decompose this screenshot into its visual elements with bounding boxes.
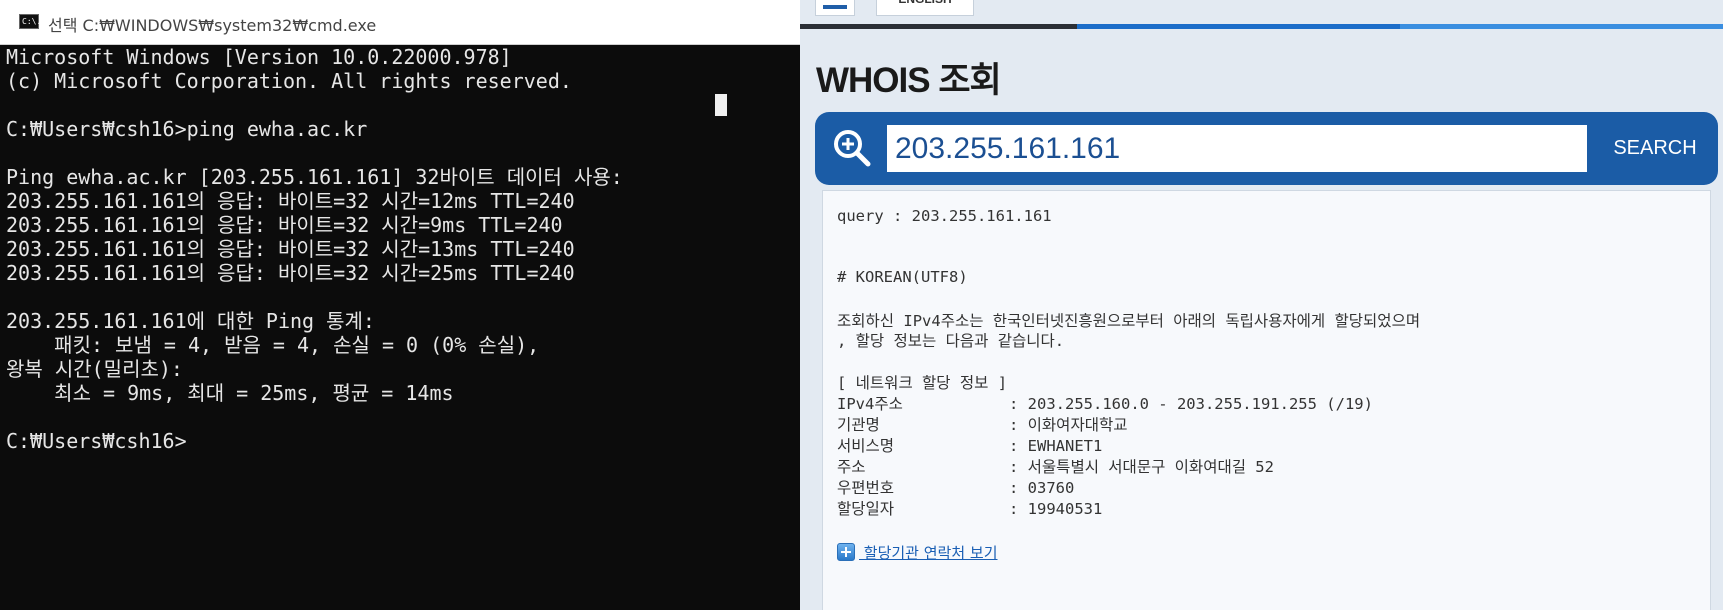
field-label: 우편번호 xyxy=(837,479,895,497)
contact-info-link[interactable]: 할당기관 연락처 보기 xyxy=(837,541,998,563)
terminal-cursor xyxy=(715,94,727,116)
terminal-line: C:₩Users₩csh16>ping ewha.ac.kr xyxy=(6,117,368,141)
field-value: : 203.255.160.0 - 203.255.191.255 (/19) xyxy=(1009,395,1373,413)
block-title: [ 네트워크 할당 정보 ] xyxy=(837,374,1008,392)
terminal-line: 203.255.161.161의 응답: 바이트=32 시간=25ms TTL=… xyxy=(6,261,575,285)
whois-result-panel: query : 203.255.161.161 # KOREAN(UTF8) 조… xyxy=(822,190,1711,610)
menu-button[interactable] xyxy=(815,0,855,16)
search-bar: SEARCH xyxy=(815,112,1718,185)
terminal-output[interactable]: Microsoft Windows [Version 10.0.22000.97… xyxy=(6,45,796,610)
search-input[interactable] xyxy=(887,125,1587,172)
query-line: query : 203.255.161.161 xyxy=(837,207,1052,225)
field-value: : 03760 xyxy=(1009,479,1075,497)
contact-info-link-text[interactable]: 할당기관 연락처 보기 xyxy=(859,542,998,563)
header-stripe xyxy=(800,24,1723,29)
search-button[interactable]: SEARCH xyxy=(1600,125,1710,172)
cmd-window-title: 선택 C:₩WINDOWS₩system32₩cmd.exe xyxy=(48,16,377,35)
field-value: : 서울특별시 서대문구 이화여대길 52 xyxy=(1009,458,1274,476)
page-title: WHOIS 조회 xyxy=(816,61,1002,100)
terminal-line: 최소 = 9ms, 최대 = 25ms, 평균 = 14ms xyxy=(6,381,454,405)
field-value: : 19940531 xyxy=(1009,500,1103,518)
cmd-title-bar[interactable]: C:\. 선택 C:₩WINDOWS₩system32₩cmd.exe xyxy=(0,0,800,45)
terminal-line: Ping ewha.ac.kr [203.255.161.161] 32바이트 … xyxy=(6,165,623,189)
field-label: 주소 xyxy=(837,458,866,476)
intro-text: , 할당 정보는 다음과 같습니다. xyxy=(837,332,1065,350)
cmd-window[interactable]: C:\. 선택 C:₩WINDOWS₩system32₩cmd.exe Micr… xyxy=(0,0,800,610)
terminal-line: 203.255.161.161의 응답: 바이트=32 시간=9ms TTL=2… xyxy=(6,213,563,237)
terminal-prompt[interactable]: C:₩Users₩csh16> xyxy=(6,429,796,453)
terminal-line: Microsoft Windows [Version 10.0.22000.97… xyxy=(6,45,512,69)
field-label: 기관명 xyxy=(837,416,880,434)
search-icon[interactable] xyxy=(832,128,872,168)
menu-icon xyxy=(823,5,847,9)
field-value: : 이화여자대학교 xyxy=(1009,416,1128,434)
terminal-line: 203.255.161.161에 대한 Ping 통계: xyxy=(6,309,375,333)
terminal-line: 203.255.161.161의 응답: 바이트=32 시간=13ms TTL=… xyxy=(6,237,575,261)
field-label: IPv4주소 xyxy=(837,395,903,413)
language-button[interactable]: ENGLISH xyxy=(876,0,974,16)
terminal-line: (c) Microsoft Corporation. All rights re… xyxy=(6,69,572,93)
terminal-line: 패킷: 보냄 = 4, 받음 = 4, 손실 = 0 (0% 손실), xyxy=(6,333,540,357)
cmd-app-icon-label: C:\. xyxy=(22,17,42,26)
terminal-line: 203.255.161.161의 응답: 바이트=32 시간=12ms TTL=… xyxy=(6,189,575,213)
field-value: : EWHANET1 xyxy=(1009,437,1103,455)
field-label: 서비스명 xyxy=(837,437,895,455)
cmd-app-icon: C:\. xyxy=(19,14,42,29)
plus-icon[interactable] xyxy=(837,543,855,561)
field-label: 할당일자 xyxy=(837,500,895,518)
intro-text: 조회하신 IPv4주소는 한국인터넷진흥원으로부터 아래의 독립사용자에게 할당… xyxy=(837,312,1421,330)
whois-page: ENGLISH WHOIS 조회 SEARCH query : 203.255.… xyxy=(800,0,1723,610)
terminal-line: 왕복 시간(밀리초): xyxy=(6,357,183,381)
section-label: # KOREAN(UTF8) xyxy=(837,268,968,286)
